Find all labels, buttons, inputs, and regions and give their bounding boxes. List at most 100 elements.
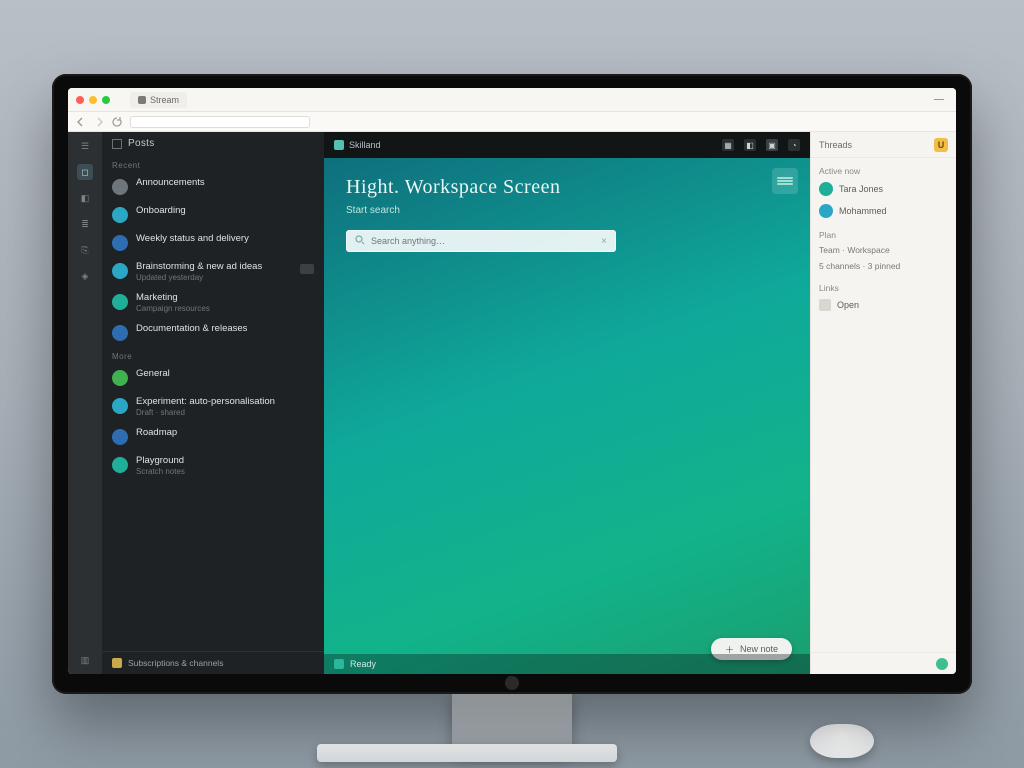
- bell-icon[interactable]: ◔: [788, 139, 800, 151]
- screen: Stream ☰ ◻ ◧ ≣ ⎘ ◈: [68, 88, 956, 674]
- sidebar-item-desc: Updated yesterday: [136, 273, 262, 282]
- apps-icon[interactable]: ◧: [744, 139, 756, 151]
- main-body: Hight. Workspace Screen Start search × ＋…: [324, 158, 810, 674]
- right-section-label: Plan: [811, 222, 956, 242]
- sidebar-item-title: Playground: [136, 455, 185, 466]
- grid-icon[interactable]: ▦: [722, 139, 734, 151]
- sidebar-item-title: Announcements: [136, 177, 205, 188]
- inbox-icon[interactable]: ▣: [766, 139, 778, 151]
- link-icon: [819, 299, 831, 311]
- search-icon: [355, 235, 365, 247]
- sidebar-item-title: Weekly status and delivery: [136, 233, 249, 244]
- brand-icon: [334, 140, 344, 150]
- nav-rail: ☰ ◻ ◧ ≣ ⎘ ◈ ▥: [68, 132, 102, 674]
- sidebar-item[interactable]: General: [102, 363, 324, 391]
- sidebar-item[interactable]: Announcements: [102, 172, 324, 200]
- sidebar-item[interactable]: Documentation & releases: [102, 318, 324, 346]
- right-panel-title: Threads: [819, 140, 852, 150]
- search-field[interactable]: ×: [346, 230, 616, 252]
- app-brand[interactable]: Skilland: [334, 140, 381, 150]
- sidebar-item-title: Roadmap: [136, 427, 177, 438]
- tab-label: Stream: [150, 95, 179, 105]
- right-panel-header: Threads U: [811, 132, 956, 158]
- clear-icon[interactable]: ×: [601, 236, 607, 247]
- avatar-icon: [112, 179, 128, 195]
- avatar-icon: [112, 457, 128, 473]
- status-label: Ready: [350, 659, 376, 669]
- link-item[interactable]: Open: [811, 295, 956, 315]
- person-item[interactable]: Tara Jones: [811, 178, 956, 200]
- sidebar-item[interactable]: Playground Scratch notes: [102, 450, 324, 481]
- sidebar-heading: Posts: [128, 138, 155, 149]
- avatar-icon: [112, 207, 128, 223]
- person-name: Mohammed: [839, 206, 948, 216]
- folder-icon[interactable]: ▥: [77, 652, 93, 668]
- reload-icon[interactable]: [112, 117, 122, 127]
- sidebar-section-label: More: [102, 346, 324, 363]
- list-icon[interactable]: ≣: [77, 216, 93, 232]
- avatar-icon: [112, 325, 128, 341]
- workspace: ☰ ◻ ◧ ≣ ⎘ ◈ ▥ Posts Recent A: [68, 132, 956, 674]
- browser-titlebar: Stream: [68, 88, 956, 112]
- right-section-label: Links: [811, 275, 956, 295]
- sidebar-section-label: Recent: [102, 155, 324, 172]
- tag-icon[interactable]: ◈: [77, 268, 93, 284]
- sidebar-item[interactable]: Roadmap: [102, 422, 324, 450]
- info-line: Team · Workspace: [811, 242, 956, 258]
- back-icon[interactable]: [76, 117, 86, 127]
- sidebar-item-desc: Campaign resources: [136, 304, 210, 313]
- tab-favicon: [138, 96, 146, 104]
- right-panel: Threads U Active now Tara Jones Mohammed…: [810, 132, 956, 674]
- keyboard: [317, 744, 617, 762]
- status-bar: Ready: [324, 654, 810, 674]
- sidebar-item[interactable]: Weekly status and delivery: [102, 228, 324, 256]
- person-item[interactable]: Mohammed: [811, 200, 956, 222]
- new-note-label: New note: [740, 644, 778, 654]
- sidebar-item-title: Documentation & releases: [136, 323, 247, 334]
- sidebar-item-desc: Draft · shared: [136, 408, 275, 417]
- status-icon: [334, 659, 344, 669]
- sidebar-footer[interactable]: Subscriptions & channels: [102, 651, 324, 674]
- sidebar-item-title: Experiment: auto-personalisation: [136, 396, 275, 407]
- link-icon[interactable]: ⎘: [77, 242, 93, 258]
- browser-tab[interactable]: Stream: [130, 92, 187, 108]
- sidebar-item[interactable]: Brainstorming & new ad ideas Updated yes…: [102, 256, 324, 287]
- search-input[interactable]: [371, 236, 595, 246]
- link-label: Open: [837, 300, 948, 310]
- avatar-icon: [112, 429, 128, 445]
- sidebar-item-title: Brainstorming & new ad ideas: [136, 261, 262, 272]
- app-topbar: Skilland ▦ ◧ ▣ ◔: [324, 132, 810, 158]
- menu-icon[interactable]: ☰: [77, 138, 93, 154]
- avatar-icon: [112, 370, 128, 386]
- brand-label: Skilland: [349, 140, 381, 150]
- home-icon[interactable]: ◻: [77, 164, 93, 180]
- avatar-icon: [112, 263, 128, 279]
- address-bar[interactable]: [130, 116, 310, 128]
- right-section-label: Active now: [811, 158, 956, 178]
- sidebar-item[interactable]: Experiment: auto-personalisation Draft ·…: [102, 391, 324, 422]
- unread-badge-icon: [300, 264, 314, 274]
- sidebar-item[interactable]: Onboarding: [102, 200, 324, 228]
- person-name: Tara Jones: [839, 184, 948, 194]
- account-badge[interactable]: U: [934, 138, 948, 152]
- avatar-icon: [112, 294, 128, 310]
- minimize-icon[interactable]: [89, 96, 97, 104]
- info-line: 5 channels · 3 pinned: [811, 258, 956, 274]
- sidebar-item[interactable]: Marketing Campaign resources: [102, 287, 324, 318]
- forward-icon[interactable]: [94, 117, 104, 127]
- avatar-icon: [819, 204, 833, 218]
- main-pane: Skilland ▦ ◧ ▣ ◔ Hight. Workspace Screen…: [324, 132, 810, 674]
- chat-icon[interactable]: ◧: [77, 190, 93, 206]
- window-controls: [76, 96, 110, 104]
- overflow-icon[interactable]: [934, 99, 944, 100]
- mouse: [810, 724, 874, 758]
- sidebar-item-title: Onboarding: [136, 205, 186, 216]
- avatar-icon: [112, 235, 128, 251]
- avatar-icon: [112, 398, 128, 414]
- close-icon[interactable]: [76, 96, 84, 104]
- status-online-icon: [936, 658, 948, 670]
- maximize-icon[interactable]: [102, 96, 110, 104]
- sidebar-item-title: Marketing: [136, 292, 210, 303]
- sidebar-item-desc: Scratch notes: [136, 467, 185, 476]
- folder-icon: [112, 658, 122, 668]
